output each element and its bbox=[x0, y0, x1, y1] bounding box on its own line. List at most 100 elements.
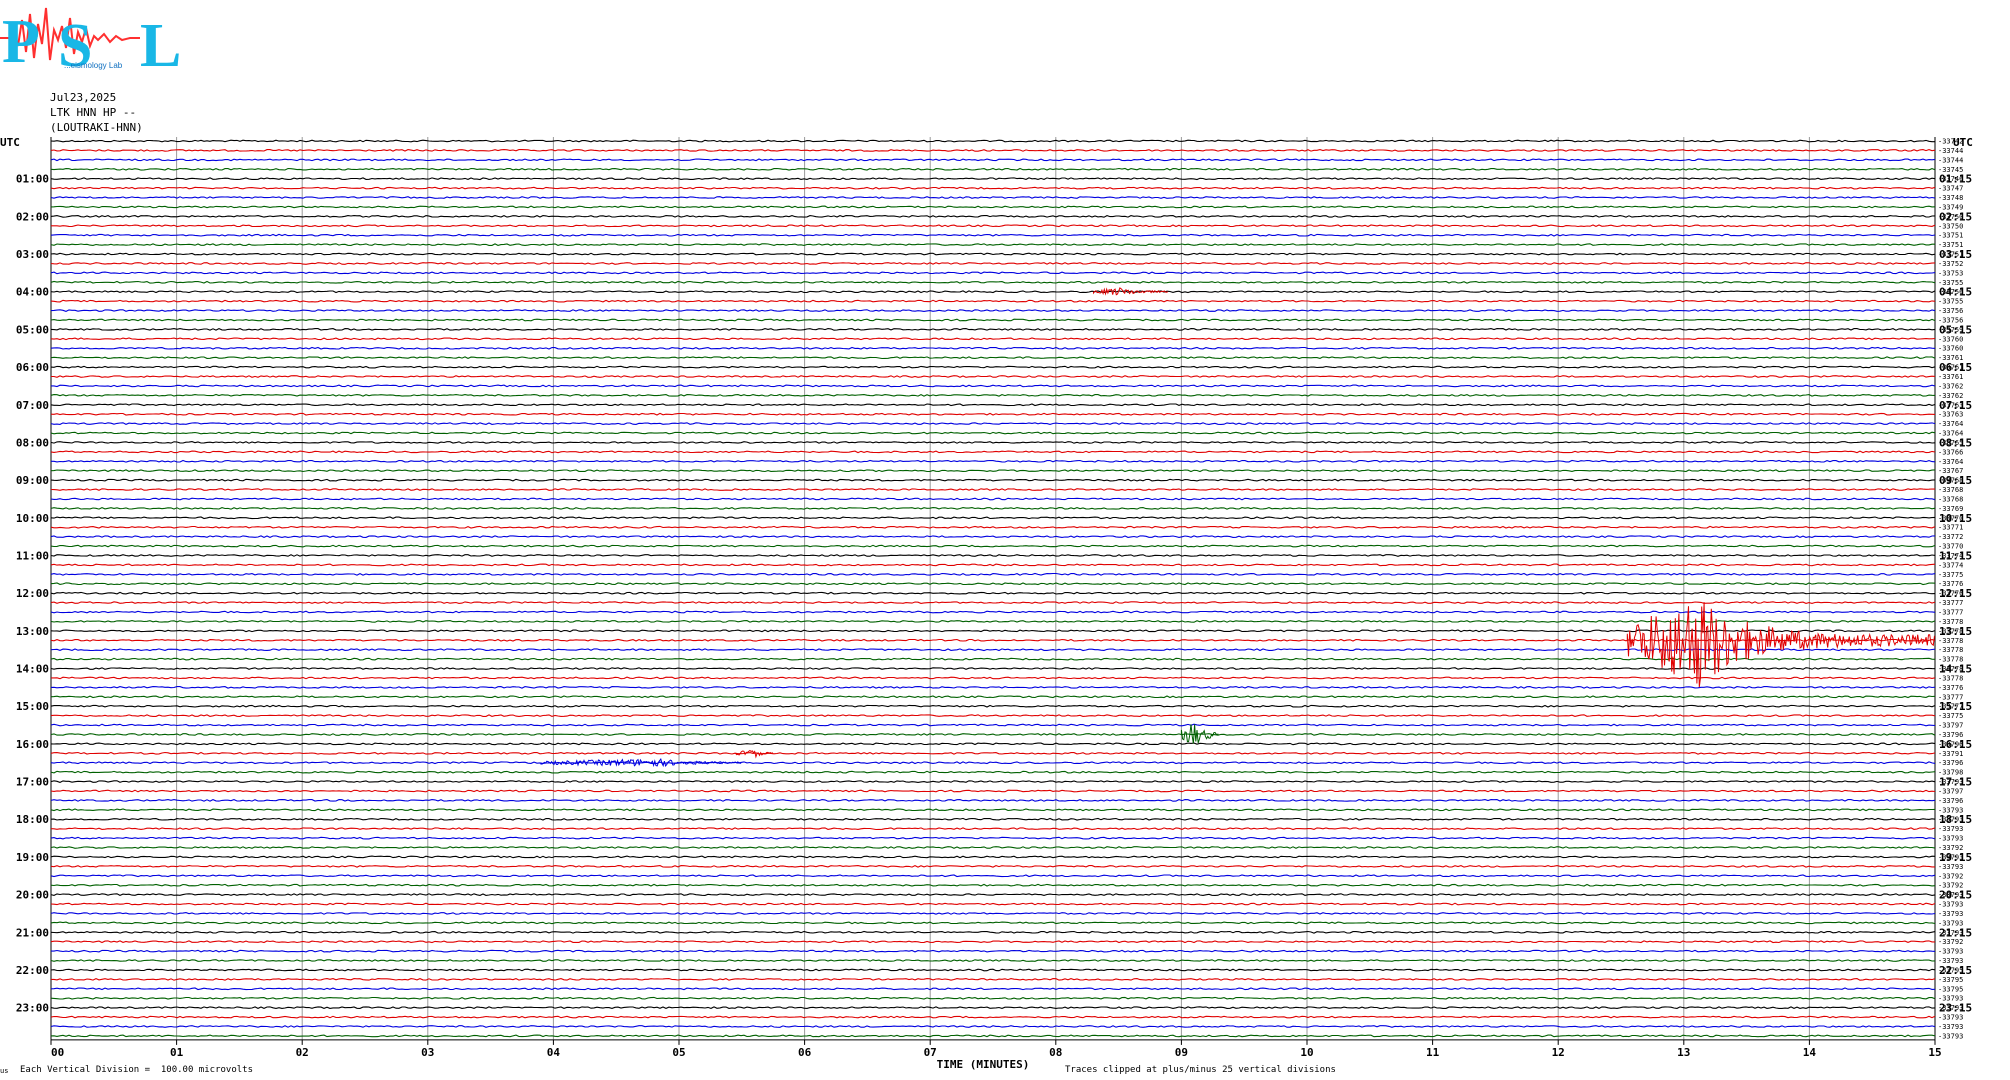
x-tick-label: 07 bbox=[924, 1046, 937, 1059]
x-tick-label: 13 bbox=[1677, 1046, 1690, 1059]
seismic-trace bbox=[50, 996, 1936, 1000]
right-time-label: 14:15 bbox=[1939, 663, 1972, 676]
seismic-trace bbox=[50, 262, 1936, 265]
x-tick-label: 09 bbox=[1175, 1046, 1188, 1059]
seismic-trace bbox=[50, 167, 1936, 171]
seismic-trace bbox=[50, 516, 1936, 520]
seismic-trace bbox=[50, 883, 1936, 887]
right-time-label: 16:15 bbox=[1939, 738, 1972, 751]
right-time-label: 23:15 bbox=[1939, 1002, 1972, 1015]
seismic-trace bbox=[50, 817, 1936, 821]
trace-offset-label: -33796 bbox=[1938, 759, 1963, 767]
corner-mark: us bbox=[0, 1067, 9, 1075]
seismic-trace bbox=[50, 601, 1936, 605]
seismic-trace bbox=[50, 657, 1936, 661]
seismic-trace bbox=[50, 695, 1936, 699]
trace-offset-label: -33750 bbox=[1938, 222, 1963, 230]
seismic-trace bbox=[51, 459, 1936, 463]
seismic-trace bbox=[50, 742, 1936, 746]
seismic-trace bbox=[50, 620, 1936, 623]
left-time-label: 08:00 bbox=[16, 436, 49, 449]
trace-offset-label: -33797 bbox=[1938, 722, 1963, 730]
seismic-trace bbox=[50, 327, 1936, 331]
trace-offset-label: -33796 bbox=[1938, 797, 1963, 805]
seismic-trace bbox=[50, 544, 1936, 548]
seismic-trace bbox=[51, 977, 1936, 981]
seismic-trace bbox=[50, 827, 1936, 831]
x-tick-label: 00 bbox=[51, 1046, 64, 1059]
x-tick-label: 11 bbox=[1426, 1046, 1440, 1059]
right-time-label: 22:15 bbox=[1939, 964, 1972, 977]
left-time-label: 18:00 bbox=[16, 813, 49, 826]
right-time-label: 08:15 bbox=[1939, 436, 1972, 449]
left-time-label: 17:00 bbox=[16, 776, 49, 789]
seismic-trace bbox=[50, 902, 1936, 906]
left-time-label: 01:00 bbox=[16, 173, 49, 186]
seismic-trace bbox=[50, 563, 1936, 567]
trace-offset-label: -33795 bbox=[1938, 976, 1963, 984]
trace-offset-label: -33748 bbox=[1938, 194, 1963, 202]
seismic-trace bbox=[50, 714, 1936, 717]
left-time-label: 11:00 bbox=[16, 549, 49, 562]
left-time-label: 04:00 bbox=[16, 286, 49, 299]
seismic-trace bbox=[50, 469, 1936, 473]
seismic-trace bbox=[50, 431, 1936, 435]
seismic-trace bbox=[50, 412, 1936, 416]
seismic-trace bbox=[50, 987, 1936, 991]
left-time-label: 05:00 bbox=[16, 323, 49, 336]
trace-offset-label: -33774 bbox=[1938, 561, 1963, 569]
seismic-trace bbox=[50, 572, 1936, 576]
right-time-label: 04:15 bbox=[1939, 286, 1972, 299]
left-time-label: 22:00 bbox=[16, 964, 49, 977]
seismic-trace bbox=[50, 846, 1936, 849]
seismic-trace bbox=[50, 629, 1936, 633]
seismic-trace bbox=[50, 554, 1936, 557]
left-time-label: 02:00 bbox=[16, 210, 49, 223]
right-time-label: 10:15 bbox=[1939, 512, 1972, 525]
seismic-trace bbox=[50, 751, 1936, 755]
seismic-trace bbox=[50, 356, 1936, 360]
seismic-trace bbox=[50, 196, 1936, 199]
trace-offset-label: -33768 bbox=[1938, 495, 1963, 503]
x-tick-label: 04 bbox=[547, 1046, 561, 1059]
trace-offset-label: -33777 bbox=[1938, 599, 1963, 607]
x-tick-label: 06 bbox=[798, 1046, 812, 1059]
seismic-trace bbox=[50, 488, 1936, 491]
seismic-trace bbox=[50, 535, 1936, 539]
seismic-trace bbox=[50, 893, 1936, 897]
seismic-trace bbox=[51, 949, 1936, 953]
right-time-label: 02:15 bbox=[1939, 210, 1972, 223]
x-tick-label: 02 bbox=[296, 1046, 309, 1059]
seismic-trace bbox=[50, 309, 1936, 312]
helicorder-plot: 00 01 02 03 04 05 06 07 08 09 10 11 12 13 14 15 TIME (MI… bbox=[0, 136, 1973, 1071]
trace-offset-label: -33793 bbox=[1938, 825, 1963, 833]
seismic-trace bbox=[50, 365, 1936, 369]
trace-offset-label: -33753 bbox=[1938, 269, 1963, 277]
seismic-trace bbox=[51, 224, 1936, 228]
trace-offset-label: -33795 bbox=[1938, 985, 1963, 993]
x-tick-label: 10 bbox=[1300, 1046, 1313, 1059]
trace-offset-label: -33751 bbox=[1938, 232, 1963, 240]
seismic-trace bbox=[50, 1025, 1936, 1028]
seismic-trace bbox=[50, 393, 1936, 397]
left-time-label: 10:00 bbox=[16, 512, 49, 525]
seismic-trace bbox=[50, 959, 1936, 962]
seismic-trace bbox=[50, 1015, 1936, 1019]
clip-note: Traces clipped at plus/minus 25 vertical… bbox=[1065, 1065, 1336, 1075]
left-time-label: 13:00 bbox=[16, 625, 49, 638]
seismic-trace bbox=[50, 685, 1936, 689]
trace-offset-label: -33764 bbox=[1938, 420, 1963, 428]
seismic-trace bbox=[50, 186, 1936, 190]
right-time-label: 06:15 bbox=[1939, 361, 1972, 374]
right-utc-label: UTC bbox=[1953, 136, 1973, 149]
trace-offset-label: -33762 bbox=[1938, 382, 1963, 390]
right-time-label: 11:15 bbox=[1939, 549, 1972, 562]
seismic-trace bbox=[51, 384, 1936, 388]
seismic-trace bbox=[50, 591, 1936, 595]
trace-offset-label: -33792 bbox=[1938, 872, 1963, 880]
trace-offset-label: -33776 bbox=[1938, 684, 1963, 692]
x-tick-label: 12 bbox=[1552, 1046, 1565, 1059]
right-time-label: 09:15 bbox=[1939, 474, 1972, 487]
left-time-label: 09:00 bbox=[16, 474, 49, 487]
seismic-trace bbox=[50, 271, 1936, 275]
